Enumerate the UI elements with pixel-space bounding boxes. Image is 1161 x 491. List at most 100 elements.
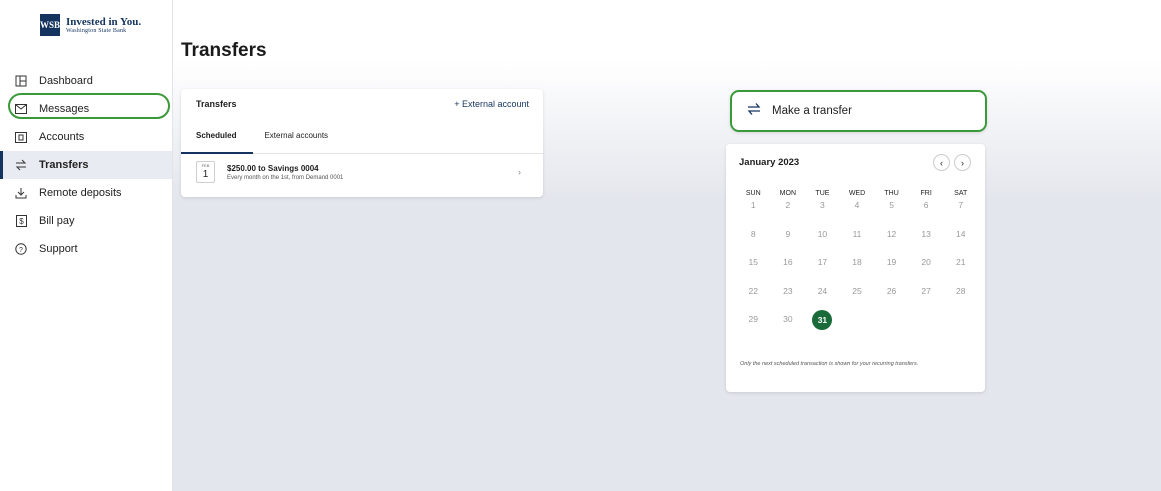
calendar-day[interactable]: 3 <box>805 198 840 227</box>
calendar-day[interactable]: 24 <box>805 284 840 313</box>
transfer-title: $250.00 to Savings 0004 <box>227 163 319 173</box>
calendar-day-number: 20 <box>921 257 931 267</box>
calendar-day[interactable]: 10 <box>805 227 840 256</box>
calendar-day[interactable]: 29 <box>736 312 771 341</box>
calendar-day-number: 1 <box>750 200 756 210</box>
calendar-day-number: 18 <box>852 257 862 267</box>
sidebar-item-dashboard[interactable]: Dashboard <box>0 67 172 95</box>
calendar-nav: ‹ › <box>933 154 971 171</box>
transfer-details: $250.00 to Savings 0004 Every month on t… <box>227 164 343 181</box>
date-badge-month: FEB <box>201 163 210 168</box>
calendar-header: January 2023 ‹ › <box>726 144 985 171</box>
calendar-day[interactable]: 25 <box>840 284 875 313</box>
calendar-day[interactable]: 26 <box>874 284 909 313</box>
calendar-day-number: 16 <box>783 257 793 267</box>
calendar-day[interactable]: 1 <box>736 198 771 227</box>
sidebar-item-remote-deposits[interactable]: Remote deposits <box>0 179 172 207</box>
transfer-subtitle: Every month on the 1st, from Demand 0001 <box>227 174 344 181</box>
calendar-day-number: 5 <box>889 200 894 210</box>
calendar-day[interactable]: 8 <box>736 227 771 256</box>
scheduled-transfer-row[interactable]: FEB 1 $250.00 to Savings 0004 Every mont… <box>181 154 543 183</box>
calendar-day[interactable]: 15 <box>736 255 771 284</box>
calendar-day[interactable]: 30 <box>771 312 806 341</box>
help-icon: ? <box>14 242 28 256</box>
sidebar-item-transfers[interactable]: Transfers <box>0 151 172 179</box>
calendar-day[interactable]: 4 <box>840 198 875 227</box>
tab-external-accounts[interactable]: External accounts <box>264 131 328 153</box>
calendar-day-number: 3 <box>820 200 825 210</box>
sidebar-item-support[interactable]: ? Support <box>0 235 172 263</box>
calendar-day-number: 11 <box>852 228 862 239</box>
calendar-day[interactable]: 11 <box>840 227 875 256</box>
weekday-label: MON <box>779 190 797 197</box>
calendar-day[interactable]: 28 <box>943 284 978 313</box>
calendar-day[interactable]: 16 <box>771 255 806 284</box>
calendar-month: January 2023 <box>739 157 800 168</box>
calendar-day-number: 7 <box>958 200 964 210</box>
calendar-day[interactable]: 19 <box>874 255 909 284</box>
calendar-day[interactable]: 31 <box>805 310 840 341</box>
weekday-label: WED <box>848 190 866 197</box>
sidebar-item-label: Accounts <box>39 131 85 143</box>
transfers-tabs: Scheduled External accounts <box>180 131 543 154</box>
calendar-day[interactable]: 18 <box>840 255 875 284</box>
make-transfer-label: Make a transfer <box>772 105 852 117</box>
calendar-day-number: 25 <box>852 285 862 296</box>
calendar-day[interactable]: 5 <box>874 198 909 227</box>
add-external-account-link[interactable]: + External account <box>454 99 529 109</box>
sidebar-item-accounts[interactable]: Accounts <box>0 123 172 151</box>
dollar-icon: $ <box>14 214 28 228</box>
calendar-day[interactable]: 13 <box>909 227 944 256</box>
weekday-header: SUN MON TUE WED THU FRI SAT <box>736 190 978 197</box>
dashboard-icon <box>14 74 28 88</box>
bank-logo[interactable]: WSB Invested in You. Washington State Ba… <box>40 14 141 36</box>
calendar-days: 1 2 3 4 5 6 7 8 9 10 11 12 13 14 15 16 17 18 19 20 21 22 23 24 2… <box>736 198 978 341</box>
calendar-day-number: 15 <box>748 257 759 267</box>
page-title: Transfers <box>181 40 267 61</box>
logo-mark: WSB <box>40 14 60 36</box>
calendar-day-number: 2 <box>785 200 791 210</box>
calendar-day[interactable]: 7 <box>943 198 978 227</box>
weekday-label: TUE <box>815 190 830 197</box>
sidebar-item-bill-pay[interactable]: $ Bill pay <box>0 207 172 235</box>
calendar-day[interactable]: 14 <box>943 227 978 256</box>
calendar-day-number: 4 <box>854 200 860 210</box>
make-transfer-button[interactable]: Make a transfer <box>730 90 987 132</box>
logo-tagline: Invested in You. <box>66 16 142 28</box>
calendar-day[interactable]: 6 <box>909 198 944 227</box>
calendar-day[interactable]: 22 <box>736 284 771 313</box>
date-badge: FEB 1 <box>196 161 215 183</box>
transfer-icon <box>14 158 28 172</box>
chevron-left-icon[interactable]: ‹ <box>933 154 950 171</box>
calendar-day[interactable]: 20 <box>909 255 944 284</box>
calendar-day[interactable]: 9 <box>771 227 806 256</box>
tab-scheduled[interactable]: Scheduled <box>180 131 255 154</box>
calendar-day-number: 19 <box>886 257 897 267</box>
calendar-day-number: 27 <box>921 285 931 296</box>
calendar-day-number: 29 <box>748 314 759 324</box>
logo-bank-name: Washington State Bank <box>66 28 127 34</box>
calendar-day-number: 26 <box>886 285 897 296</box>
calendar-day-number: 30 <box>783 314 793 324</box>
transfer-icon <box>746 101 762 122</box>
calendar-day-number: 6 <box>923 200 929 210</box>
calendar-day-number: 12 <box>886 228 897 239</box>
calendar-grid: SUN MON TUE WED THU FRI SAT 1 2 3 4 5 6 7 8 9 10 11 12 13 1… <box>736 190 978 341</box>
calendar-day[interactable]: 12 <box>874 227 909 256</box>
chevron-right-icon[interactable]: › <box>954 154 971 171</box>
calendar-day[interactable]: 17 <box>805 255 840 284</box>
deposit-icon <box>14 186 28 200</box>
calendar-day[interactable]: 2 <box>771 198 806 227</box>
calendar-day-number: 23 <box>783 285 793 296</box>
calendar-day[interactable]: 23 <box>771 284 806 313</box>
calendar-day-number: 28 <box>955 285 966 296</box>
calendar-day[interactable]: 27 <box>909 284 944 313</box>
calendar-day-number: 31 <box>812 310 833 330</box>
accounts-icon <box>14 130 28 144</box>
sidebar-item-label: Dashboard <box>39 75 93 87</box>
sidebar-item-label: Bill pay <box>39 215 75 227</box>
calendar-card: January 2023 ‹ › SUN MON TUE WED THU FRI SAT 1… <box>726 144 985 392</box>
calendar-note: Only the next scheduled transaction is s… <box>740 361 919 367</box>
calendar-day-number: 8 <box>750 228 756 239</box>
calendar-day[interactable]: 21 <box>943 255 978 284</box>
